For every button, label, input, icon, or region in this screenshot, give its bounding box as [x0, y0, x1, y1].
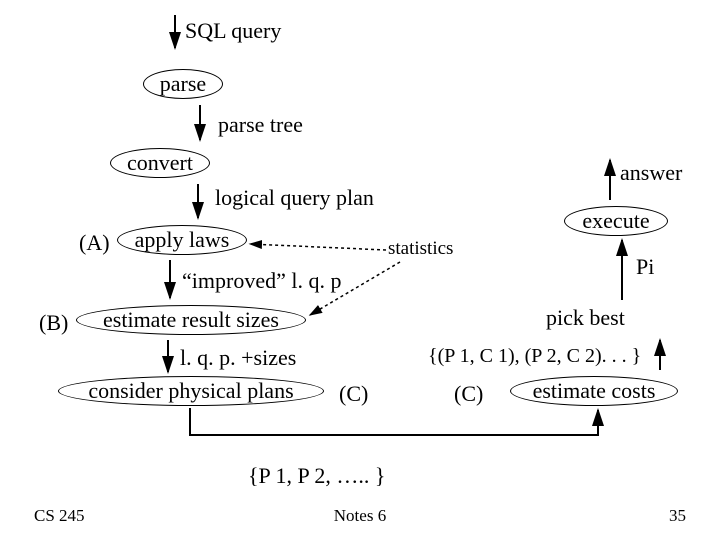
label-improved-lqp: “improved” l. q. p: [182, 268, 341, 294]
node-apply-laws: apply laws: [117, 225, 247, 255]
label-Pi: Pi: [636, 254, 654, 280]
label-A: (A): [79, 230, 110, 256]
node-parse: parse: [143, 69, 223, 99]
node-consider-plans-label: consider physical plans: [88, 378, 293, 404]
footer-notes: Notes 6: [0, 506, 720, 526]
node-estimate-costs: estimate costs: [510, 376, 678, 406]
node-parse-label: parse: [160, 71, 206, 97]
label-B: (B): [39, 310, 68, 336]
node-execute: execute: [564, 206, 668, 236]
node-convert: convert: [110, 148, 210, 178]
label-lqp-sizes: l. q. p. +sizes: [180, 345, 296, 371]
label-pick-best: pick best: [546, 305, 625, 331]
label-statistics: statistics: [388, 238, 453, 260]
label-plan-set: {P 1, P 2, ….. }: [248, 463, 385, 489]
node-estimate-sizes-label: estimate result sizes: [103, 307, 279, 333]
label-parse-tree: parse tree: [218, 112, 303, 138]
node-consider-plans: consider physical plans: [58, 376, 324, 406]
label-pair-set: {(P 1, C 1), (P 2, C 2). . . }: [428, 345, 641, 368]
label-sql-query: SQL query: [185, 18, 281, 44]
footer-page: 35: [669, 506, 686, 526]
label-answer: answer: [620, 160, 682, 186]
label-logical-qp: logical query plan: [215, 185, 374, 211]
node-apply-laws-label: apply laws: [135, 227, 230, 253]
node-execute-label: execute: [582, 208, 649, 234]
node-estimate-costs-label: estimate costs: [533, 378, 656, 404]
label-C-right: (C): [454, 381, 483, 407]
node-estimate-sizes: estimate result sizes: [76, 305, 306, 335]
node-convert-label: convert: [127, 150, 193, 176]
label-C-left: (C): [339, 381, 368, 407]
diagram-arrows: [0, 0, 720, 540]
